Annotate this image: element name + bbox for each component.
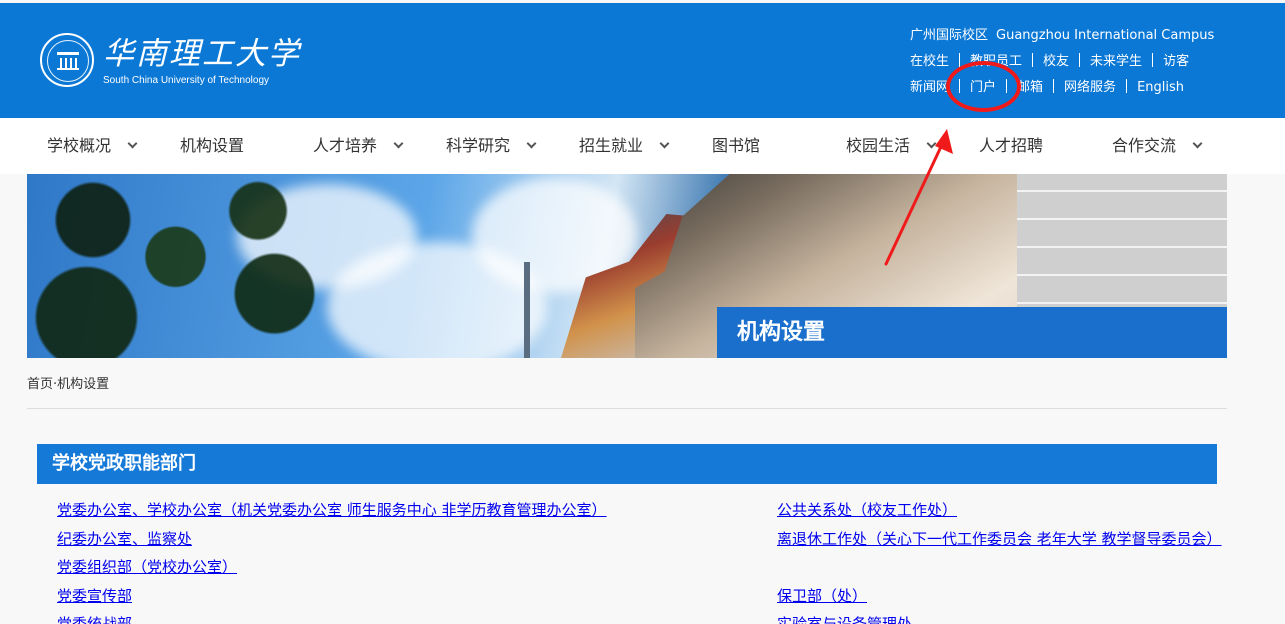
link-separator <box>959 53 961 67</box>
main-navigation: 学校概况 机构设置 人才培养 科学研究 招生就业 图书馆 校园生活 人才招聘 合… <box>0 118 1285 174</box>
link-separator <box>1152 53 1154 67</box>
chevron-down-icon[interactable] <box>393 138 404 149</box>
department-link[interactable]: 公共关系处（校友工作处） <box>777 496 1227 525</box>
nav-label-admissions-employment: 招生就业 <box>579 136 644 155</box>
chevron-down-icon[interactable] <box>659 138 670 149</box>
link-alumni[interactable]: 校友 <box>1043 54 1069 69</box>
nav-item-library[interactable]: 图书馆 <box>712 118 760 174</box>
nav-label-scientific-research: 科学研究 <box>446 136 511 155</box>
nav-label-cooperation-exchange: 合作交流 <box>1112 136 1177 155</box>
link-current-students[interactable]: 在校生 <box>910 54 949 69</box>
university-logo[interactable]: 华南理工大学 South China University of Technol… <box>40 33 301 95</box>
nav-item-scientific-research[interactable]: 科学研究 <box>446 118 537 174</box>
link-news-site[interactable]: 新闻网 <box>910 80 949 95</box>
nav-item-organization[interactable]: 机构设置 <box>180 118 244 174</box>
link-network-services[interactable]: 网络服务 <box>1064 80 1116 95</box>
link-separator <box>1126 79 1128 93</box>
nav-label-school-overview: 学校概况 <box>47 136 112 155</box>
nav-item-school-overview[interactable]: 学校概况 <box>47 118 138 174</box>
department-link[interactable]: 离退休工作处（关心下一代工作委员会 老年大学 教学督导委员会） <box>777 525 1227 582</box>
campus-chinese-name: 广州国际校区 <box>910 28 989 43</box>
department-link[interactable]: 党委宣传部 <box>57 582 747 611</box>
department-section-title: 学校党政职能部门 <box>37 444 1217 484</box>
link-visitors[interactable]: 访客 <box>1163 54 1189 69</box>
university-seal-icon <box>40 33 94 87</box>
link-english[interactable]: English <box>1137 80 1184 95</box>
link-separator <box>1079 53 1081 67</box>
nav-item-cooperation-exchange[interactable]: 合作交流 <box>1112 118 1203 174</box>
nav-label-library: 图书馆 <box>712 136 761 155</box>
nav-label-recruitment: 人才招聘 <box>979 136 1044 155</box>
breadcrumb: 首页·机构设置 <box>27 377 110 392</box>
department-link[interactable]: 党委组织部（党校办公室） <box>57 553 747 582</box>
nav-item-admissions-employment[interactable]: 招生就业 <box>579 118 670 174</box>
banner-title: 机构设置 <box>717 307 1227 358</box>
red-arrow-annotation <box>884 129 953 266</box>
department-link[interactable]: 纪委办公室、监察处 <box>57 525 747 554</box>
nav-item-recruitment[interactable]: 人才招聘 <box>979 118 1043 174</box>
chevron-down-icon[interactable] <box>127 138 138 149</box>
nav-label-talent-cultivation: 人才培养 <box>313 136 378 155</box>
link-future-students[interactable]: 未来学生 <box>1090 54 1142 69</box>
logo-chinese-name: 华南理工大学 <box>103 36 301 72</box>
department-list-left: 党委办公室、学校办公室（机关党委办公室 师生服务中心 非学历教育管理办公室） 纪… <box>57 496 747 624</box>
nav-label-organization: 机构设置 <box>180 136 245 155</box>
department-link[interactable]: 实验室与设备管理处 <box>777 610 1227 624</box>
banner-pole-image <box>524 262 530 358</box>
campus-english-name: Guangzhou International Campus <box>996 28 1215 43</box>
department-link[interactable]: 党委办公室、学校办公室（机关党委办公室 师生服务中心 非学历教育管理办公室） <box>57 496 747 525</box>
page: 华南理工大学 South China University of Technol… <box>0 0 1285 624</box>
red-circle-annotation <box>946 61 1021 112</box>
campus-label[interactable]: 广州国际校区 Guangzhou International Campus <box>910 24 1214 43</box>
chevron-down-icon[interactable] <box>526 138 537 149</box>
audience-links: 在校生 教职员工 校友 未来学生 访客 <box>910 50 1189 69</box>
content-divider <box>27 408 1227 409</box>
department-link[interactable]: 党委统战部 <box>57 610 747 624</box>
chevron-down-icon[interactable] <box>1192 138 1203 149</box>
link-separator <box>1032 53 1034 67</box>
banner-tree-image <box>27 174 357 358</box>
site-header: 华南理工大学 South China University of Technol… <box>0 3 1285 118</box>
link-separator <box>1053 79 1055 93</box>
logo-english-name: South China University of Technology <box>103 75 270 86</box>
campus-banner: 机构设置 <box>27 174 1227 358</box>
department-link[interactable]: 保卫部（处） <box>777 582 1227 611</box>
department-list-right: 公共关系处（校友工作处） 离退休工作处（关心下一代工作委员会 老年大学 教学督导… <box>777 496 1227 624</box>
nav-item-talent-cultivation[interactable]: 人才培养 <box>313 118 404 174</box>
